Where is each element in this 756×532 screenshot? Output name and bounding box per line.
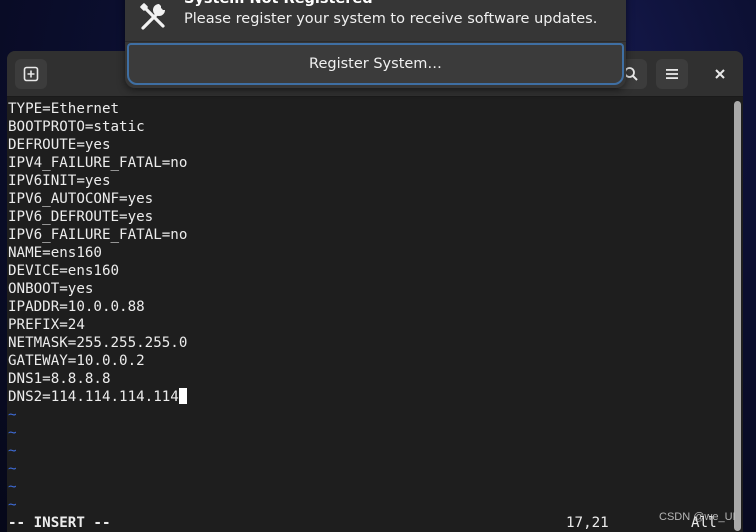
file-line: IPV4_FAILURE_FATAL=no: [8, 155, 188, 171]
scrollbar-thumb[interactable]: [734, 101, 741, 531]
hamburger-menu-icon: [666, 69, 678, 79]
file-line: DEFROUTE=yes: [8, 137, 111, 153]
file-line: TYPE=Ethernet: [8, 101, 120, 117]
tools-icon: [140, 3, 165, 30]
register-system-button[interactable]: Register System…: [127, 43, 624, 85]
terminal-text-area[interactable]: TYPE=Ethernet BOOTPROTO=static DEFROUTE=…: [8, 99, 730, 532]
file-line: DEVICE=ens160: [8, 263, 120, 279]
empty-line-marker: ~: [8, 425, 17, 441]
notification-divider: [125, 41, 626, 42]
file-line: IPV6_AUTOCONF=yes: [8, 191, 154, 207]
notification-body: Please register your system to receive s…: [184, 11, 598, 27]
vim-mode-indicator: -- INSERT --: [8, 515, 111, 531]
text-cursor: [178, 388, 187, 404]
empty-line-marker: ~: [8, 479, 17, 495]
file-line: ONBOOT=yes: [8, 281, 94, 297]
file-line: BOOTPROTO=static: [8, 119, 145, 135]
file-line: IPV6_FAILURE_FATAL=no: [8, 227, 188, 243]
watermark: CSDN @we_UI: [659, 511, 736, 523]
close-icon: [715, 69, 725, 79]
close-window-button[interactable]: [704, 59, 736, 89]
notification-banner[interactable]: System Not Registered Please register yo…: [125, 0, 626, 88]
file-line: NETMASK=255.255.255.0: [8, 335, 188, 351]
file-line: IPADDR=10.0.0.88: [8, 299, 145, 315]
terminal-window[interactable]: TYPE=Ethernet BOOTPROTO=static DEFROUTE=…: [7, 51, 743, 532]
empty-line-marker: ~: [8, 461, 17, 477]
file-line: PREFIX=24: [8, 317, 85, 333]
current-line-text: DNS2=114.114.114.114: [8, 389, 179, 405]
file-line: IPV6INIT=yes: [8, 173, 111, 189]
empty-line-marker: ~: [8, 497, 17, 513]
notification-title: System Not Registered: [184, 0, 373, 8]
file-line: DNS1=8.8.8.8: [8, 371, 111, 387]
empty-line-marker: ~: [8, 407, 17, 423]
file-line: GATEWAY=10.0.0.2: [8, 353, 145, 369]
terminal-scrollbar[interactable]: [732, 99, 743, 532]
cursor-position: 17,21: [566, 515, 609, 531]
new-tab-icon: [23, 66, 39, 82]
current-line: DNS2=114.114.114.114: [8, 388, 187, 406]
menu-button[interactable]: [656, 59, 688, 89]
new-tab-button[interactable]: [15, 59, 47, 89]
file-line: NAME=ens160: [8, 245, 102, 261]
empty-line-marker: ~: [8, 443, 17, 459]
file-line: IPV6_DEFROUTE=yes: [8, 209, 154, 225]
